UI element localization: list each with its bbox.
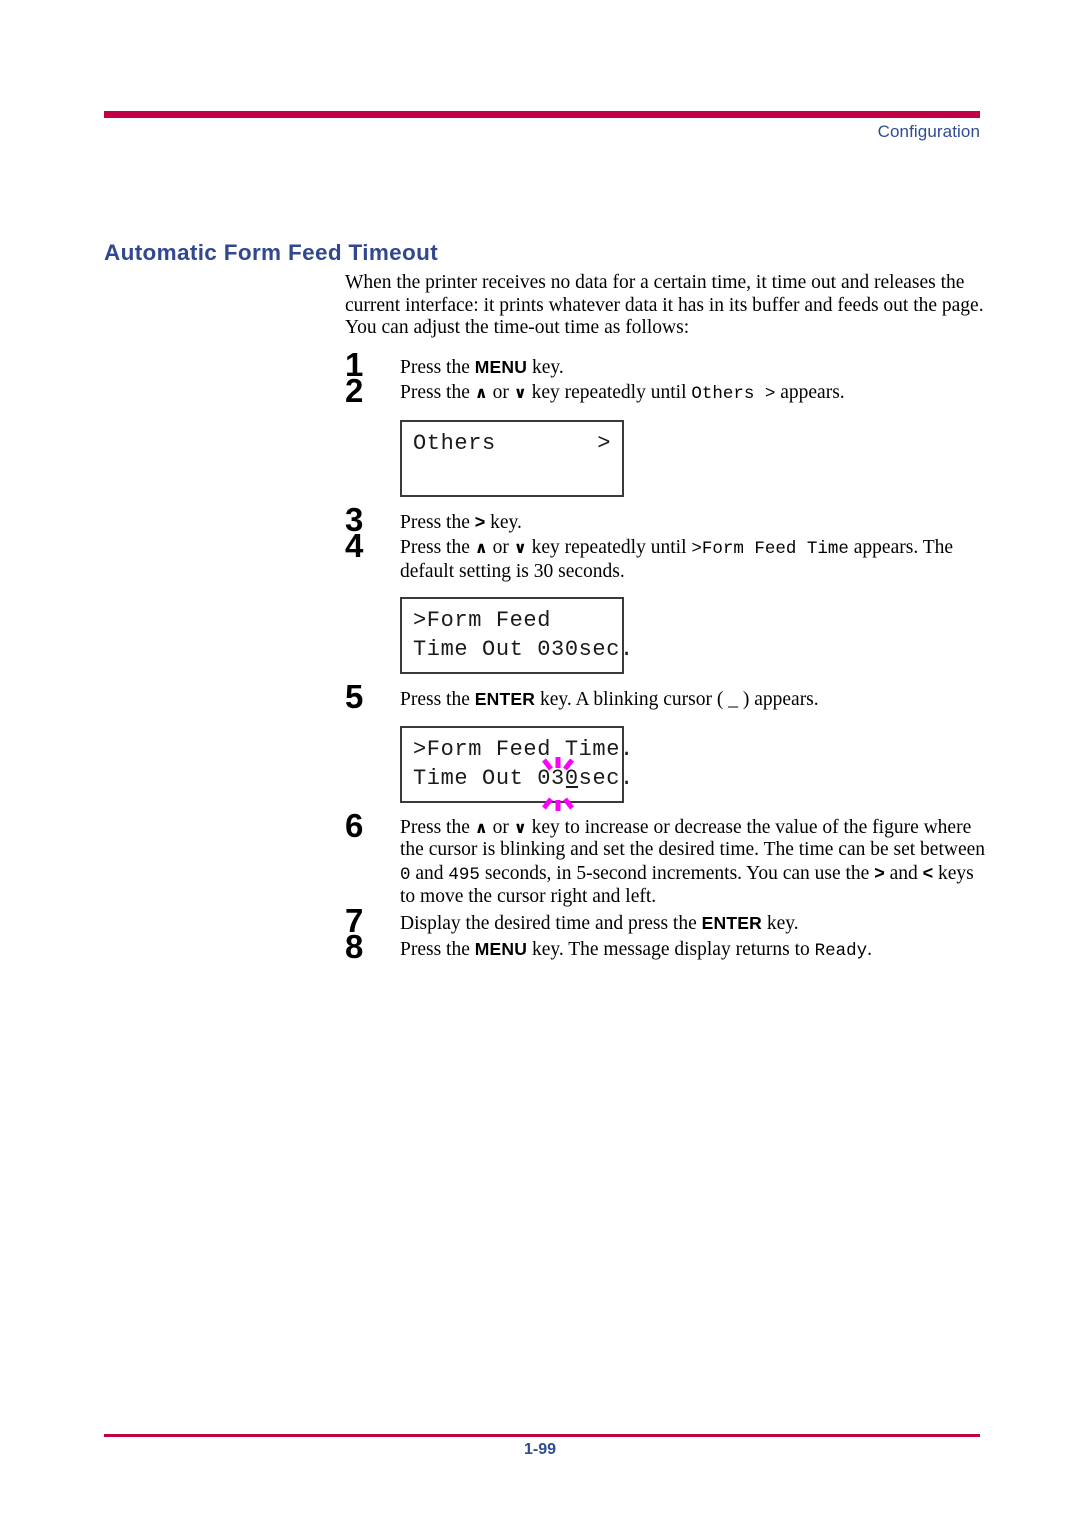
step-text: Press the MENU key. [400, 356, 564, 378]
step-number: 5 [345, 678, 364, 715]
lcd-menu-label: Others [413, 430, 496, 456]
step-text: Display the desired time and press the E… [400, 912, 799, 934]
lcd-line-1: >Form Feed Time. [413, 736, 634, 762]
step-text: Press the > key. [400, 511, 522, 533]
lcd-panel-form-feed-timeout: >Form Feed Time Out 030sec. [400, 597, 634, 674]
step-6: 6 Press the ∧ or ∨ key to increase or de… [345, 809, 986, 909]
lcd-blinking-cursor-digit: 0 [564, 765, 579, 791]
document-body: When the printer receives no data for a … [345, 272, 985, 966]
step-4: 4 Press the ∧ or ∨ key repeatedly until … [345, 529, 985, 583]
lcd-line-1: Others > [413, 429, 611, 458]
intro-paragraph: When the printer receives no data for a … [345, 272, 985, 340]
lcd-line-2: Time Out 030sec. [413, 637, 634, 662]
step-5: 5 Press the ENTER key. A blinking cursor… [345, 680, 985, 713]
step-text: Press the ∧ or ∨ key to increase or decr… [400, 816, 986, 908]
lcd-value-prefix: Time Out 03 [413, 765, 565, 791]
footer-page-number: 1-99 [523, 1441, 557, 1458]
step-text: Press the MENU key. The message display … [400, 939, 873, 961]
step-7: 7 Display the desired time and press the… [345, 904, 985, 937]
page-title: Automatic Form Feed Timeout [104, 240, 439, 266]
lcd-panel-others: Others > [400, 419, 624, 497]
lcd-line-2: Time Out 030sec. [413, 764, 633, 793]
header-accent-rule [104, 111, 980, 118]
lcd-line-2 [413, 458, 611, 487]
step-text: Press the ENTER key. A blinking cursor (… [400, 689, 819, 710]
step-text: Press the ∧ or ∨ key repeatedly until >F… [400, 537, 954, 582]
lcd-line-1: >Form Feed [413, 608, 552, 633]
lcd-submenu-chevron: > [597, 430, 611, 456]
lcd-panel-form-feed-timeout-cursor: >Form Feed Time. Time Out 030sec. [400, 725, 634, 811]
step-3: 3 Press the > key. [345, 503, 985, 536]
step-8: 8 Press the MENU key. The message displa… [345, 930, 985, 963]
step-number: 6 [345, 806, 364, 844]
step-number: 4 [345, 527, 364, 564]
footer-accent-rule [104, 1434, 980, 1437]
step-number: 8 [345, 928, 364, 965]
running-header-chapter: Configuration [877, 122, 980, 141]
step-1: 1 Press the MENU key. [345, 348, 985, 381]
step-2: 2 Press the ∧ or ∨ key repeatedly until … [345, 374, 985, 407]
intro-line-1: When the printer receives no data for a … [345, 272, 870, 293]
step-number: 2 [345, 372, 364, 409]
lcd-value-suffix: sec. [578, 765, 634, 791]
step-text: Press the ∧ or ∨ key repeatedly until Ot… [400, 382, 845, 404]
